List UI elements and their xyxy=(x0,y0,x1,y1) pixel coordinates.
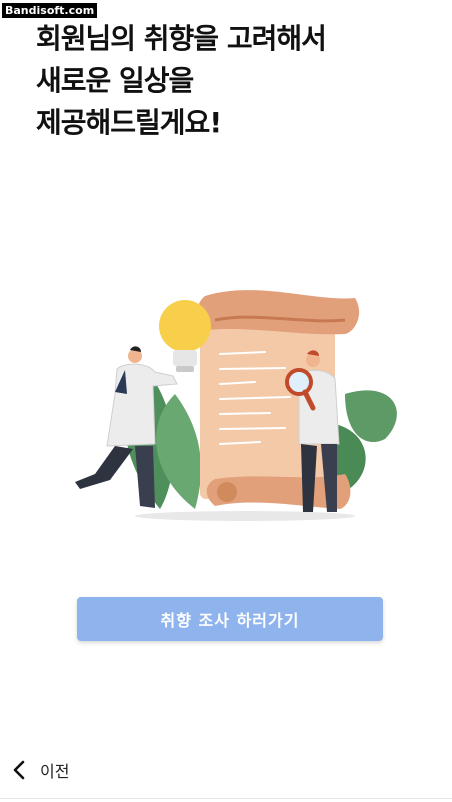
headline-line-2: 새로운 일상을 xyxy=(36,64,194,97)
headline-line-3: 제공해드릴게요! xyxy=(36,106,222,139)
bottom-divider xyxy=(0,798,452,799)
start-survey-button[interactable]: 취향 조사 하러가기 xyxy=(77,597,383,641)
scientists-scroll-illustration xyxy=(75,290,397,521)
survey-intro-page: Bandisoft.com 회원님의 취향을 고려해서 새로운 일상을 제공해드… xyxy=(0,0,452,802)
page-headline: 회원님의 취향을 고려해서 새로운 일상을 제공해드릴게요! xyxy=(36,18,436,144)
chevron-left-icon xyxy=(13,760,25,780)
back-button[interactable]: 이전 xyxy=(8,755,69,785)
watermark: Bandisoft.com xyxy=(2,3,98,18)
headline-line-1: 회원님의 취향을 고려해서 xyxy=(36,22,327,55)
back-label: 이전 xyxy=(40,762,70,781)
